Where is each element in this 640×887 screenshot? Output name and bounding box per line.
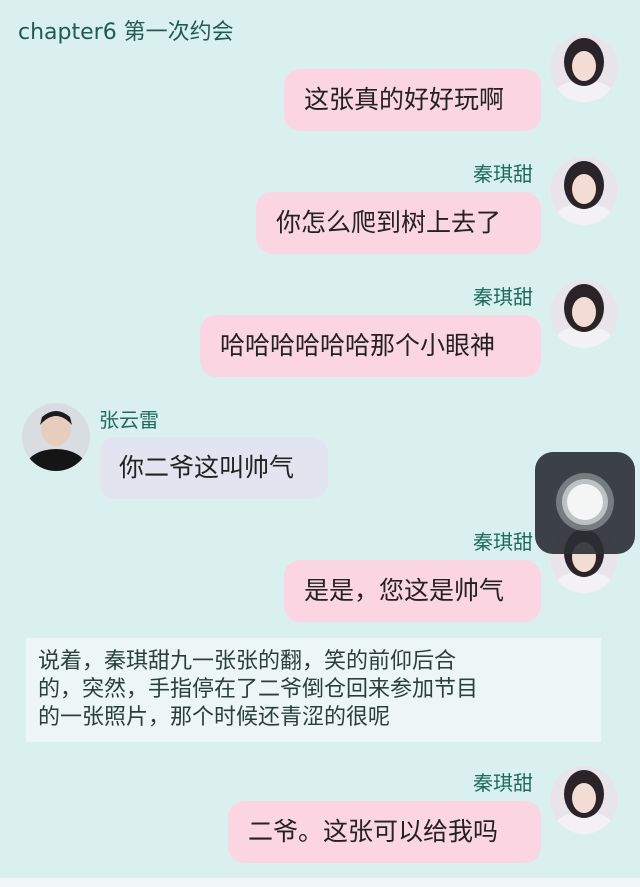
assistive-touch-center [567,484,603,520]
chat-bubble-4[interactable]: 你二爷这叫帅气 [99,437,328,499]
narration-block: 说着，秦琪甜九一张张的翻，笑的前仰后合 的，突然，手指停在了二爷倒仓回来参加节目… [26,638,601,742]
sender-name-qin: 秦琪甜 [473,162,533,186]
chat-bubble-6[interactable]: 二爷。这张可以给我吗 [228,801,541,863]
chat-bubble-3[interactable]: 哈哈哈哈哈哈那个小眼神 [200,315,541,377]
sender-name-qin: 秦琪甜 [473,771,533,795]
sender-name-qin: 秦琪甜 [473,530,533,554]
chat-bubble-1[interactable]: 这张真的好好玩啊 [284,69,541,131]
chat-bubble-5[interactable]: 是是，您这是帅气 [284,560,541,622]
avatar-qin[interactable] [550,280,618,348]
chapter-title: chapter6 第一次约会 [18,20,234,45]
avatar-qin[interactable] [550,766,618,834]
chat-bubble-2[interactable]: 你怎么爬到树上去了 [256,192,541,254]
avatar-qin[interactable] [550,34,618,102]
narration-line: 说着，秦琪甜九一张张的翻，笑的前仰后合 [38,649,457,674]
narration-line: 的，突然，手指停在了二爷倒仓回来参加节目 [38,677,479,702]
sender-name-qin: 秦琪甜 [473,285,533,309]
narration-line: 的一张照片，那个时候还青涩的很呢 [38,705,391,730]
avatar-zhang[interactable] [22,403,90,471]
bottom-strip [0,878,640,887]
sender-name-zhang: 张云雷 [99,408,159,432]
assistive-touch-icon[interactable] [535,452,635,554]
avatar-qin[interactable] [550,157,618,225]
